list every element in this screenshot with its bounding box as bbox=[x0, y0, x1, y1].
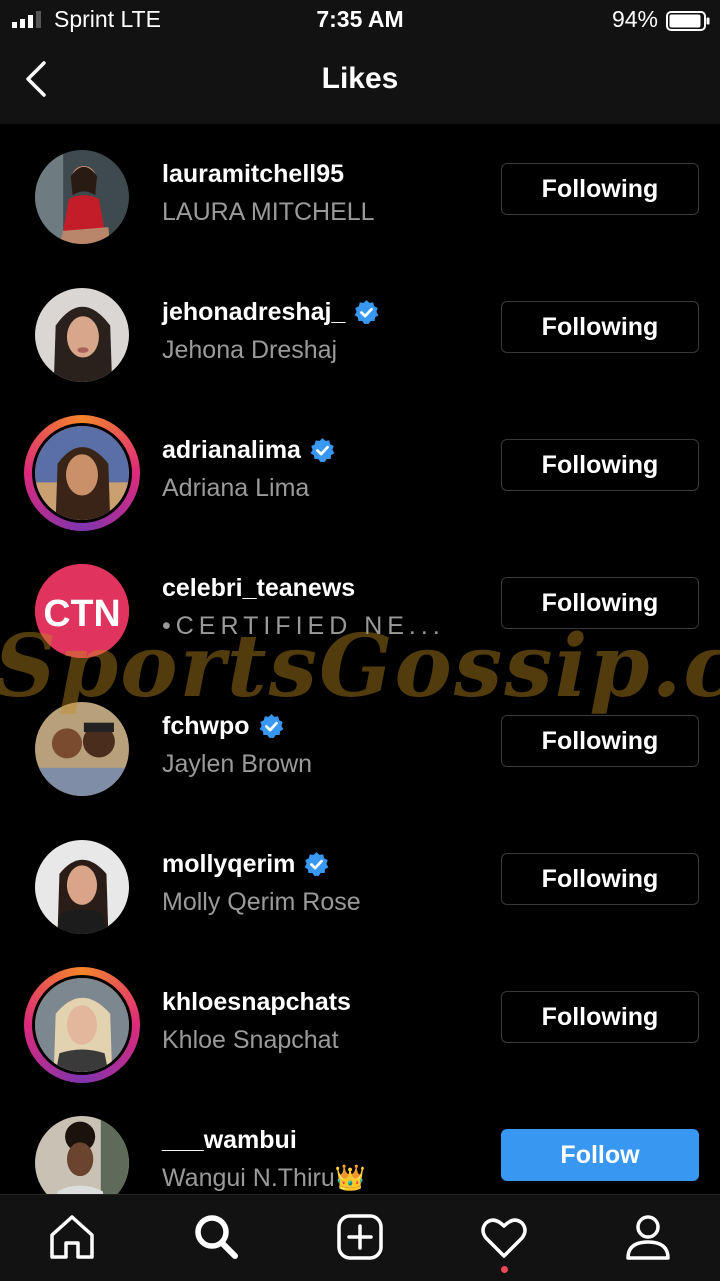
new-post-icon[interactable] bbox=[334, 1211, 386, 1263]
profile-icon[interactable] bbox=[622, 1211, 674, 1263]
full-name: Jaylen Brown bbox=[162, 750, 313, 778]
list-item[interactable]: ___wambui Wangui N.Thiru👑 Follow bbox=[0, 1090, 720, 1194]
header: Likes bbox=[0, 40, 720, 124]
status-bar: Sprint LTE 7:35 AM 94% bbox=[0, 0, 720, 40]
verified-badge-icon bbox=[354, 300, 379, 325]
username[interactable]: jehonadreshaj_ bbox=[162, 298, 380, 327]
list-item[interactable]: khloesnapchats Khloe Snapchat Following bbox=[0, 952, 720, 1090]
page-title: Likes bbox=[321, 62, 399, 95]
following-button[interactable]: Following bbox=[501, 163, 699, 215]
username[interactable]: adrianalima bbox=[162, 436, 336, 465]
battery-percent: 94% bbox=[611, 6, 658, 32]
avatar[interactable] bbox=[24, 967, 140, 1083]
search-icon[interactable] bbox=[190, 1211, 242, 1263]
profile-photo bbox=[35, 426, 129, 520]
ctn-logo: CTN bbox=[35, 564, 129, 658]
avatar[interactable] bbox=[24, 415, 140, 531]
username-text[interactable]: jehonadreshaj_ bbox=[162, 298, 345, 327]
username[interactable]: mollyqerim bbox=[162, 850, 330, 879]
activity-notification-dot bbox=[501, 1266, 508, 1273]
avatar[interactable]: CTN bbox=[24, 553, 140, 669]
username[interactable]: ___wambui bbox=[162, 1126, 297, 1155]
following-button[interactable]: Following bbox=[501, 301, 699, 353]
list-item[interactable]: jehonadreshaj_ Jehona Dreshaj Following bbox=[0, 262, 720, 400]
username[interactable]: fchwpo bbox=[162, 712, 285, 741]
username[interactable]: lauramitchell95 bbox=[162, 160, 344, 189]
verified-badge-icon bbox=[304, 852, 329, 877]
list-item[interactable]: mollyqerim Molly Qerim Rose Following bbox=[0, 814, 720, 952]
username-text[interactable]: khloesnapchats bbox=[162, 988, 351, 1017]
list-item[interactable]: fchwpo Jaylen Brown Following bbox=[0, 676, 720, 814]
list-item[interactable]: CTN celebri_teanews •CERTIFIED NE... Fol… bbox=[0, 538, 720, 676]
following-button[interactable]: Following bbox=[501, 715, 699, 767]
verified-badge-icon bbox=[310, 438, 335, 463]
full-name: Adriana Lima bbox=[162, 474, 310, 502]
username[interactable]: khloesnapchats bbox=[162, 988, 351, 1017]
tab-profile[interactable] bbox=[622, 1211, 674, 1263]
username[interactable]: celebri_teanews bbox=[162, 574, 355, 603]
tab-home[interactable] bbox=[46, 1211, 98, 1263]
profile-photo bbox=[35, 702, 129, 796]
avatar[interactable] bbox=[24, 829, 140, 945]
username-text[interactable]: fchwpo bbox=[162, 712, 250, 741]
avatar[interactable] bbox=[24, 1105, 140, 1194]
tab-search[interactable] bbox=[190, 1211, 242, 1263]
profile-photo bbox=[35, 1116, 129, 1194]
battery-icon bbox=[666, 11, 710, 31]
avatar[interactable] bbox=[24, 139, 140, 255]
username-text[interactable]: ___wambui bbox=[162, 1126, 297, 1155]
home-icon[interactable] bbox=[46, 1211, 98, 1263]
profile-photo bbox=[35, 840, 129, 934]
profile-photo bbox=[35, 288, 129, 382]
tab-activity[interactable] bbox=[478, 1211, 530, 1263]
username-text[interactable]: lauramitchell95 bbox=[162, 160, 344, 189]
follow-button[interactable]: Follow bbox=[501, 1129, 699, 1181]
avatar[interactable] bbox=[24, 277, 140, 393]
username-text[interactable]: celebri_teanews bbox=[162, 574, 355, 603]
avatar-logo-text: CTN bbox=[43, 592, 120, 634]
list-item[interactable]: adrianalima Adriana Lima Following bbox=[0, 400, 720, 538]
profile-photo bbox=[35, 978, 129, 1072]
verified-badge-icon bbox=[259, 714, 283, 739]
full-name: •CERTIFIED NE... bbox=[162, 612, 445, 640]
following-button[interactable]: Following bbox=[501, 577, 699, 629]
activity-heart-icon[interactable] bbox=[478, 1211, 530, 1263]
following-button[interactable]: Following bbox=[501, 853, 699, 905]
full-name: Molly Qerim Rose bbox=[162, 888, 361, 916]
full-name: Jehona Dreshaj bbox=[162, 336, 338, 364]
likes-list[interactable]: lauramitchell95 LAURA MITCHELL Following… bbox=[0, 124, 720, 1194]
bottom-tab-bar bbox=[0, 1194, 720, 1281]
full-name: Wangui N.Thiru👑 bbox=[162, 1164, 366, 1192]
tab-new-post[interactable] bbox=[334, 1211, 386, 1263]
username-text[interactable]: mollyqerim bbox=[162, 850, 295, 879]
following-button[interactable]: Following bbox=[501, 991, 699, 1043]
avatar[interactable] bbox=[24, 691, 140, 807]
full-name: LAURA MITCHELL bbox=[162, 198, 375, 226]
username-text[interactable]: adrianalima bbox=[162, 436, 301, 465]
full-name: Khloe Snapchat bbox=[162, 1026, 339, 1054]
profile-photo bbox=[35, 150, 129, 244]
list-item[interactable]: lauramitchell95 LAURA MITCHELL Following bbox=[0, 124, 720, 262]
following-button[interactable]: Following bbox=[501, 439, 699, 491]
